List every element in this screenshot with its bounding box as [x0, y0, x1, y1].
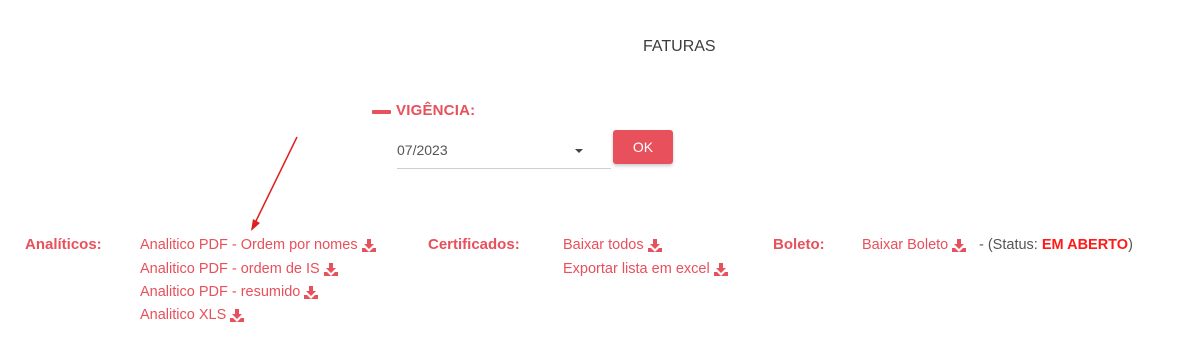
analitico-pdf-resumido-link[interactable]: Analitico PDF - resumido: [140, 284, 319, 300]
vigencia-select[interactable]: 07/2023: [397, 134, 611, 169]
chevron-down-icon: [575, 149, 583, 153]
baixar-todos-link[interactable]: Baixar todos: [563, 237, 662, 253]
ok-button[interactable]: OK: [613, 130, 673, 164]
analitico-xls-link[interactable]: Analitico XLS: [140, 307, 245, 323]
download-icon: [361, 238, 376, 252]
page-title: FATURAS: [643, 38, 716, 55]
annotation-arrow: [251, 136, 298, 231]
boleto-label: Boleto:: [773, 236, 825, 253]
vigencia-label: VIGÊNCIA:: [396, 102, 476, 119]
status-badge: EM ABERTO: [1041, 237, 1129, 253]
vigencia-selected-value: 07/2023: [397, 142, 448, 158]
download-icon: [304, 285, 319, 299]
status-prefix: - (Status:: [979, 237, 1038, 253]
download-icon: [952, 238, 967, 252]
analiticos-label: Analíticos:: [25, 236, 102, 253]
analitico-pdf-nomes-link[interactable]: Analitico PDF - Ordem por nomes: [140, 237, 376, 253]
collapse-dash-icon[interactable]: [372, 110, 391, 114]
status-suffix: ): [1128, 237, 1133, 253]
download-icon: [323, 262, 338, 276]
link-text: Analitico PDF - Ordem por nomes: [140, 237, 358, 253]
link-text: Analitico PDF - resumido: [140, 284, 301, 300]
boleto-status: - (Status: EM ABERTO): [979, 237, 1133, 253]
download-icon: [713, 262, 728, 276]
download-icon: [647, 238, 662, 252]
certificados-label: Certificados:: [428, 236, 520, 253]
link-text: Exportar lista em excel: [563, 261, 710, 277]
analitico-pdf-is-link[interactable]: Analitico PDF - ordem de IS: [140, 261, 338, 277]
download-icon: [230, 308, 245, 322]
link-text: Analitico XLS: [140, 307, 227, 323]
exportar-excel-link[interactable]: Exportar lista em excel: [563, 261, 728, 277]
baixar-boleto-link[interactable]: Baixar Boleto: [862, 237, 967, 253]
link-text: Baixar todos: [563, 237, 644, 253]
link-text: Baixar Boleto: [862, 237, 949, 253]
link-text: Analitico PDF - ordem de IS: [140, 261, 320, 277]
